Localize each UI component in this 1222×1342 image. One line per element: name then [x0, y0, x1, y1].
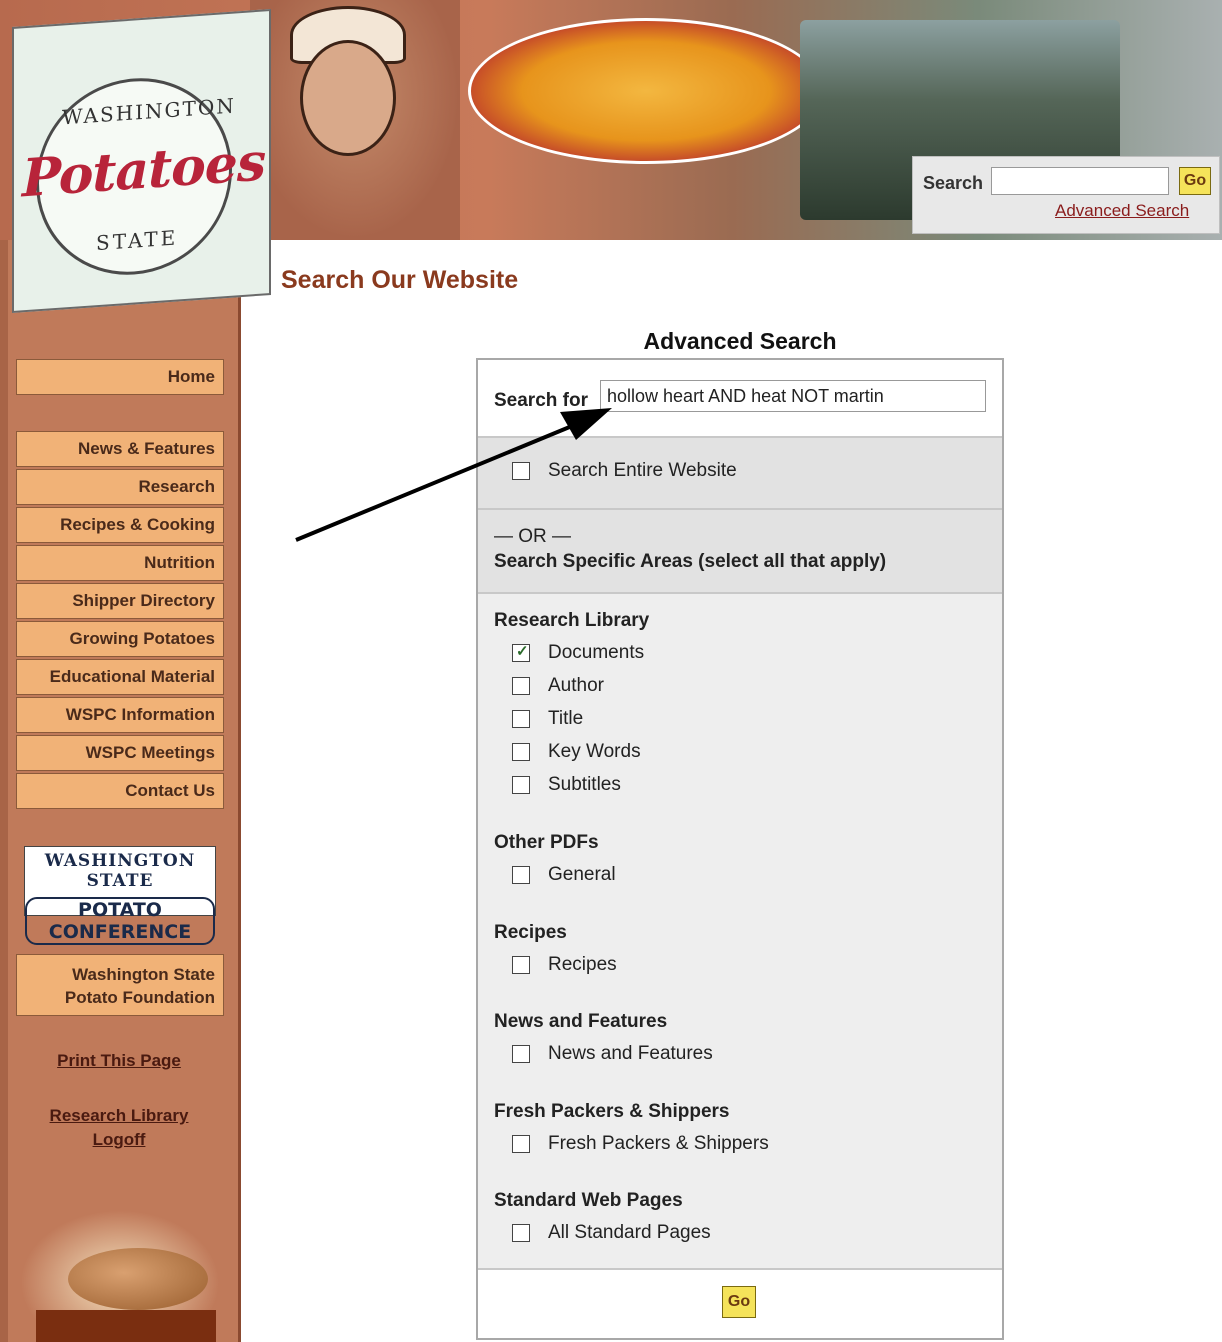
header-go-button[interactable]: Go: [1179, 167, 1211, 195]
checkbox-label: Search Entire Website: [548, 460, 737, 481]
checkbox-label: Recipes: [548, 954, 617, 975]
group-title-news-features: News and Features: [494, 1011, 668, 1032]
checkbox-box[interactable]: ✓: [512, 643, 530, 662]
or-divider-text: — OR —: [494, 526, 572, 547]
nav-contact-us[interactable]: Contact Us: [16, 773, 224, 809]
checkbox-box[interactable]: [512, 1224, 530, 1242]
header-search-label: Search: [923, 173, 984, 193]
foundation-line-2: Potato Foundation: [64, 988, 215, 1007]
print-page-link[interactable]: Print This Page: [0, 1049, 238, 1073]
pedestal-shape: [36, 1310, 216, 1342]
checkbox-box[interactable]: [512, 1135, 530, 1153]
nav-research[interactable]: Research: [16, 469, 224, 505]
checkbox-label: General: [548, 864, 616, 885]
chef-illustration: [250, 0, 460, 240]
group-title-fresh-packers: Fresh Packers & Shippers: [494, 1101, 730, 1122]
checkbox-box[interactable]: [512, 1045, 530, 1063]
conference-bottom-text: POTATO CONFERENCE: [25, 897, 215, 945]
advanced-search-link[interactable]: Advanced Search: [1055, 201, 1189, 221]
checkbox-label: News and Features: [548, 1043, 713, 1064]
glowing-potato-image: [20, 1210, 220, 1342]
nav-wspc-information[interactable]: WSPC Information: [16, 697, 224, 733]
fries-image: [468, 18, 824, 164]
checkbox-box[interactable]: [512, 677, 530, 695]
sidebar-edge: [0, 240, 8, 1342]
potato-shape: [68, 1248, 208, 1310]
search-for-input[interactable]: hollow heart AND heat NOT martin: [600, 380, 986, 412]
specific-areas-section: Research Library ✓ Documents Author Titl…: [478, 594, 1002, 1270]
checkbox-box[interactable]: [512, 710, 530, 728]
nav-home[interactable]: Home: [16, 359, 224, 395]
checkbox-label: Subtitles: [548, 774, 621, 795]
checkbox-label: All Standard Pages: [548, 1222, 711, 1243]
logoff-link-line-2[interactable]: Logoff: [0, 1128, 238, 1152]
advanced-search-title: Advanced Search: [643, 328, 837, 354]
nav-shipper-directory[interactable]: Shipper Directory: [16, 583, 224, 619]
chef-head-shape: [300, 40, 396, 156]
conference-top-text: WASHINGTON STATE: [44, 851, 196, 891]
nav-wspc-meetings[interactable]: WSPC Meetings: [16, 735, 224, 771]
search-go-button[interactable]: Go: [722, 1286, 756, 1318]
checkbox-box[interactable]: [512, 776, 530, 794]
header-search-box: Search Go Advanced Search: [912, 156, 1220, 234]
nav-news-features[interactable]: News & Features: [16, 431, 224, 467]
foundation-line-1: Washington State: [72, 965, 215, 984]
search-for-section: Search for hollow heart AND heat NOT mar…: [478, 360, 1002, 438]
specific-areas-label: Search Specific Areas (select all that a…: [494, 551, 887, 572]
nav-nutrition[interactable]: Nutrition: [16, 545, 224, 581]
nav-recipes-cooking[interactable]: Recipes & Cooking: [16, 507, 224, 543]
checkmark-icon: ✓: [516, 643, 529, 660]
advanced-search-panel: Search for hollow heart AND heat NOT mar…: [476, 358, 1004, 1340]
checkbox-label: Author: [548, 675, 604, 696]
checkbox-box[interactable]: [512, 866, 530, 884]
checkbox-label: Title: [548, 708, 584, 729]
logoff-link-line-1[interactable]: Research Library: [0, 1104, 238, 1128]
nav-educational-material[interactable]: Educational Material: [16, 659, 224, 695]
potatoes-logo[interactable]: WASHINGTON Potatoes STATE: [12, 8, 271, 314]
checkbox-box[interactable]: [512, 743, 530, 761]
checkbox-label: Key Words: [548, 741, 641, 762]
group-title-recipes: Recipes: [494, 922, 567, 943]
checkbox-box[interactable]: [512, 462, 530, 480]
potato-conference-logo[interactable]: WASHINGTON STATE POTATO CONFERENCE: [24, 846, 216, 945]
group-title-research-library: Research Library: [494, 610, 650, 631]
checkbox-label: Documents: [548, 642, 645, 663]
checkbox-label: Fresh Packers & Shippers: [548, 1133, 769, 1154]
checkbox-box[interactable]: [512, 956, 530, 974]
submit-section: Go: [478, 1270, 1002, 1338]
group-title-other-pdfs: Other PDFs: [494, 832, 599, 853]
page-title: Search Our Website: [281, 266, 519, 294]
nav-growing-potatoes[interactable]: Growing Potatoes: [16, 621, 224, 657]
nav-potato-foundation[interactable]: Washington State Potato Foundation: [16, 954, 224, 1016]
search-entire-section: Search Entire Website: [478, 438, 1002, 510]
group-title-standard-pages: Standard Web Pages: [494, 1190, 683, 1211]
header-search-input[interactable]: [991, 167, 1169, 195]
or-section: — OR — Search Specific Areas (select all…: [478, 510, 1002, 594]
search-for-label: Search for: [494, 390, 588, 411]
